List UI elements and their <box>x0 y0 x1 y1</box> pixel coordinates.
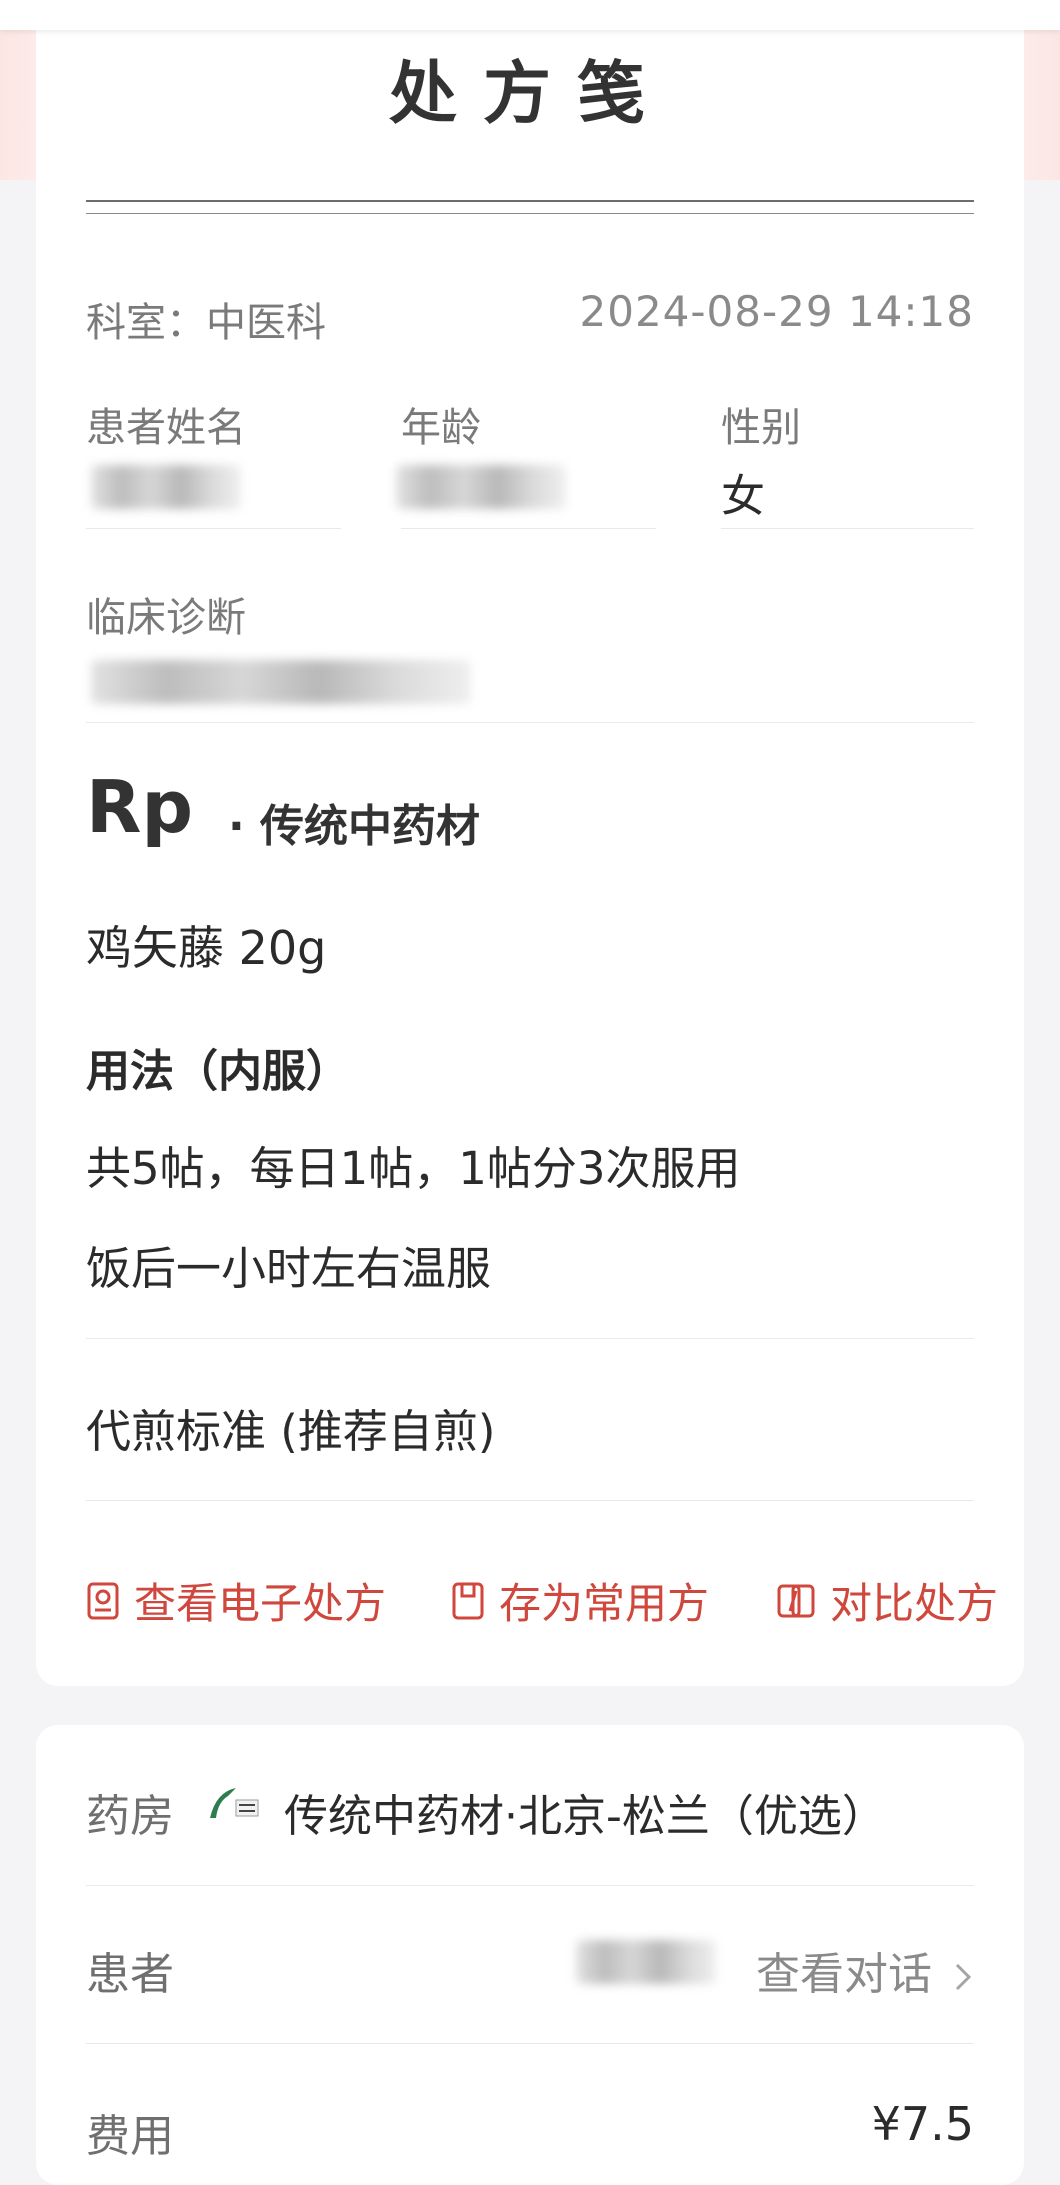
title-divider-top <box>86 200 974 202</box>
fee-label: 费用 <box>86 2111 174 2162</box>
age-redacted <box>396 465 566 509</box>
department: 科室：中医科 <box>86 300 326 346</box>
patient-name-redacted <box>91 465 241 509</box>
compare-icon <box>777 1584 815 1617</box>
view-chat-link[interactable]: 查看对话 <box>756 1938 974 2002</box>
divider <box>86 1338 974 1339</box>
view-eprescription-button[interactable]: 查看电子处方 <box>86 1570 386 1631</box>
prescription-datetime: 2024-08-29 14:18 <box>579 287 974 336</box>
top-bar <box>0 0 1060 30</box>
herb-item: 鸡矢藤 20g <box>86 921 327 975</box>
gender-underline <box>721 528 974 529</box>
divider <box>86 2043 974 2044</box>
age-underline <box>401 528 656 529</box>
patient-name-label: 患者姓名 <box>86 405 246 451</box>
usage-title: 用法（内服） <box>86 1046 350 1097</box>
patient-name-underline <box>86 528 341 529</box>
pharmacy-name[interactable]: 传统中药材·北京-松兰（优选） <box>284 1780 886 1844</box>
usage-line: 共5帖，每日1帖，1帖分3次服用 <box>86 1142 741 1195</box>
divider <box>86 1885 974 1886</box>
gender-value: 女 <box>721 471 765 522</box>
view-eprescription-label: 查看电子处方 <box>134 1579 387 1628</box>
pharmacy-logo-icon <box>210 1788 259 1818</box>
compare-button[interactable]: 对比处方 <box>776 1570 998 1631</box>
save-common-label: 存为常用方 <box>499 1579 710 1628</box>
title-divider-bottom <box>86 213 974 214</box>
prescription-card: 处方笺 科室：中医科 2024-08-29 14:18 患者姓名 年龄 性别 女… <box>36 0 1024 1686</box>
usage-line: 饭后一小时左右温服 <box>86 1242 492 1295</box>
compare-label: 对比处方 <box>830 1579 999 1628</box>
pharmacy-label: 药房 <box>86 1791 174 1842</box>
patient-redacted <box>576 1940 716 1984</box>
view-chat-label: 查看对话 <box>756 1949 932 2000</box>
eprescription-icon <box>87 1582 119 1619</box>
divider <box>86 1500 974 1501</box>
rp-label: Rp <box>86 765 193 849</box>
page-title: 处方笺 <box>388 55 671 134</box>
chevron-right-icon <box>955 1963 972 1991</box>
gender-label: 性别 <box>721 405 801 451</box>
diagnosis-underline <box>86 722 974 723</box>
diagnosis-redacted <box>91 660 471 704</box>
diagnosis-label: 临床诊断 <box>86 595 246 641</box>
decoction-standard[interactable]: 代煎标准 (推荐自煎) <box>86 1395 495 1460</box>
fee-value: ¥7.5 <box>871 2097 974 2151</box>
save-icon <box>452 1582 484 1619</box>
order-info-card: 药房 传统中药材·北京-松兰（优选） 患者 查看对话 费用 ¥7.5 <box>36 1725 1024 2185</box>
rp-category: · 传统中药材 <box>228 801 481 852</box>
patient-label: 患者 <box>86 1949 174 2000</box>
save-common-button[interactable]: 存为常用方 <box>451 1570 709 1631</box>
age-label: 年龄 <box>401 405 481 451</box>
